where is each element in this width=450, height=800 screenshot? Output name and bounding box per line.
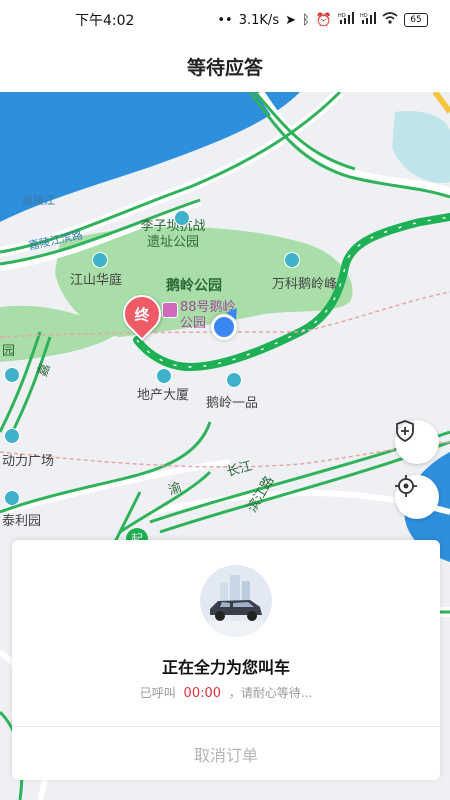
- label-river: 嘉陵江: [22, 194, 55, 207]
- network-speed: 3.1K/s: [238, 12, 280, 28]
- poi-building-icon: [92, 252, 108, 268]
- label-memorial-park: 李子坝抗战 遗址公园: [140, 219, 206, 250]
- poi-building-icon: [4, 428, 20, 444]
- waiting-title: 正在全力为您叫车: [161, 658, 290, 677]
- label-eling-park: 鹅岭公园: [166, 278, 222, 294]
- poi-building-icon: [226, 372, 242, 388]
- location-arrow-icon: ➤: [285, 12, 296, 28]
- notification-dots: ••: [217, 12, 233, 28]
- label-dichan: 地产大厦: [137, 388, 190, 403]
- called-prefix: 已呼叫: [139, 686, 176, 700]
- poi-park-icon: [174, 210, 190, 226]
- pond-water: [392, 111, 450, 183]
- signal-1-icon: HD: [338, 12, 354, 28]
- poi-building-icon: [156, 368, 172, 384]
- label-dongli: 动力广场: [2, 454, 55, 469]
- label-wanke: 万科鹅岭峰: [272, 277, 338, 292]
- wait-timer: 00:00: [183, 686, 222, 701]
- status-time: 下午4:02: [75, 13, 135, 29]
- poi-hotel-icon: [162, 302, 178, 318]
- waiting-card: 正在全力为您叫车 已呼叫 00:00 ，请耐心等待... 取消订单: [12, 540, 440, 780]
- safety-shield-button[interactable]: [395, 420, 439, 464]
- waiting-subtitle: 已呼叫 00:00 ，请耐心等待...: [12, 684, 440, 701]
- wifi-icon: [382, 12, 398, 28]
- label-jiangshan: 江山华庭: [70, 273, 123, 288]
- poi-building-icon: [284, 252, 300, 268]
- bluetooth-icon: ᛒ: [302, 12, 310, 28]
- signal-2-icon: HD: [360, 12, 376, 28]
- crosshair-icon: [395, 475, 417, 497]
- status-icons: •• 3.1K/s ➤ ᛒ ⏰ HD HD 65: [217, 12, 450, 28]
- called-suffix: ，请耐心等待...: [228, 686, 313, 700]
- current-location-dot: [211, 314, 237, 340]
- car-illustration-icon: [200, 565, 272, 637]
- label-yuan: 园: [2, 344, 16, 359]
- destination-marker-label: 终: [134, 305, 150, 324]
- page-title: 等待应答: [0, 40, 450, 92]
- label-eling-yipin: 鹅岭一品: [206, 396, 259, 411]
- shield-icon: [396, 420, 414, 442]
- card-divider: [12, 726, 440, 727]
- poi-building-icon: [4, 490, 20, 506]
- locate-me-button[interactable]: [395, 475, 439, 519]
- alarm-icon: ⏰: [315, 12, 332, 28]
- status-bar: 下午4:02 •• 3.1K/s ➤ ᛒ ⏰ HD HD 65: [0, 0, 450, 40]
- cancel-order-button[interactable]: 取消订单: [12, 728, 440, 780]
- battery-icon: 65: [404, 13, 428, 27]
- label-taili: 泰利园: [2, 514, 42, 529]
- poi-building-icon: [4, 367, 20, 383]
